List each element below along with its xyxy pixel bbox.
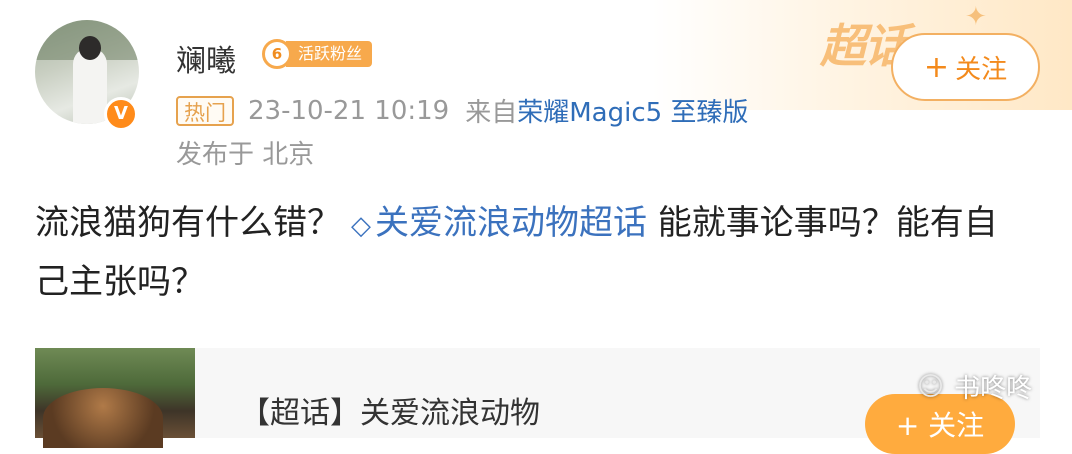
verified-badge-icon: V xyxy=(104,97,138,131)
post-meta: 热门 23-10-21 10:19 来自 荣耀Magic5 至臻版 xyxy=(176,92,748,129)
fan-level-badge[interactable]: 6 活跃粉丝 xyxy=(262,38,373,70)
sparkle-icon: ✦ xyxy=(965,2,987,32)
hot-tag: 热门 xyxy=(176,95,234,126)
post-timestamp: 23-10-21 10:19 xyxy=(248,95,450,126)
topic-card-thumbnail xyxy=(35,348,195,448)
avatar-head xyxy=(79,36,101,60)
wechat-icon: ☺ xyxy=(917,371,945,402)
watermark-text: 书咚咚 xyxy=(954,374,1033,404)
post-body: 流浪猫狗有什么错？ ◇ 关爱流浪动物超话 能就事论事吗？能有自己主张吗？ xyxy=(35,195,1025,310)
plus-icon: + xyxy=(923,49,950,85)
source-prefix: 来自 xyxy=(465,98,518,128)
fan-level-number: 6 xyxy=(262,39,292,69)
follow-button[interactable]: + 关注 xyxy=(891,33,1040,101)
diamond-topic-icon: ◇ xyxy=(351,211,371,241)
source-device-link[interactable]: 荣耀Magic5 至臻版 xyxy=(517,92,748,129)
follow-button-label: 关注 xyxy=(955,54,1008,85)
topic-card-title[interactable]: 【超话】关爱流浪动物 xyxy=(240,388,540,432)
topic-card[interactable]: 【超话】关爱流浪动物 + 关注 xyxy=(35,348,1040,454)
dog-image xyxy=(43,388,163,448)
post-text-before: 流浪猫狗有什么错？ xyxy=(35,203,341,243)
fan-level-label: 活跃粉丝 xyxy=(286,41,373,67)
username[interactable]: 斓曦 xyxy=(176,36,236,80)
post-location: 发布于 北京 xyxy=(176,140,315,170)
watermark: ☺ 书咚咚 xyxy=(917,368,1032,405)
topic-link[interactable]: 关爱流浪动物超话 xyxy=(375,203,647,243)
